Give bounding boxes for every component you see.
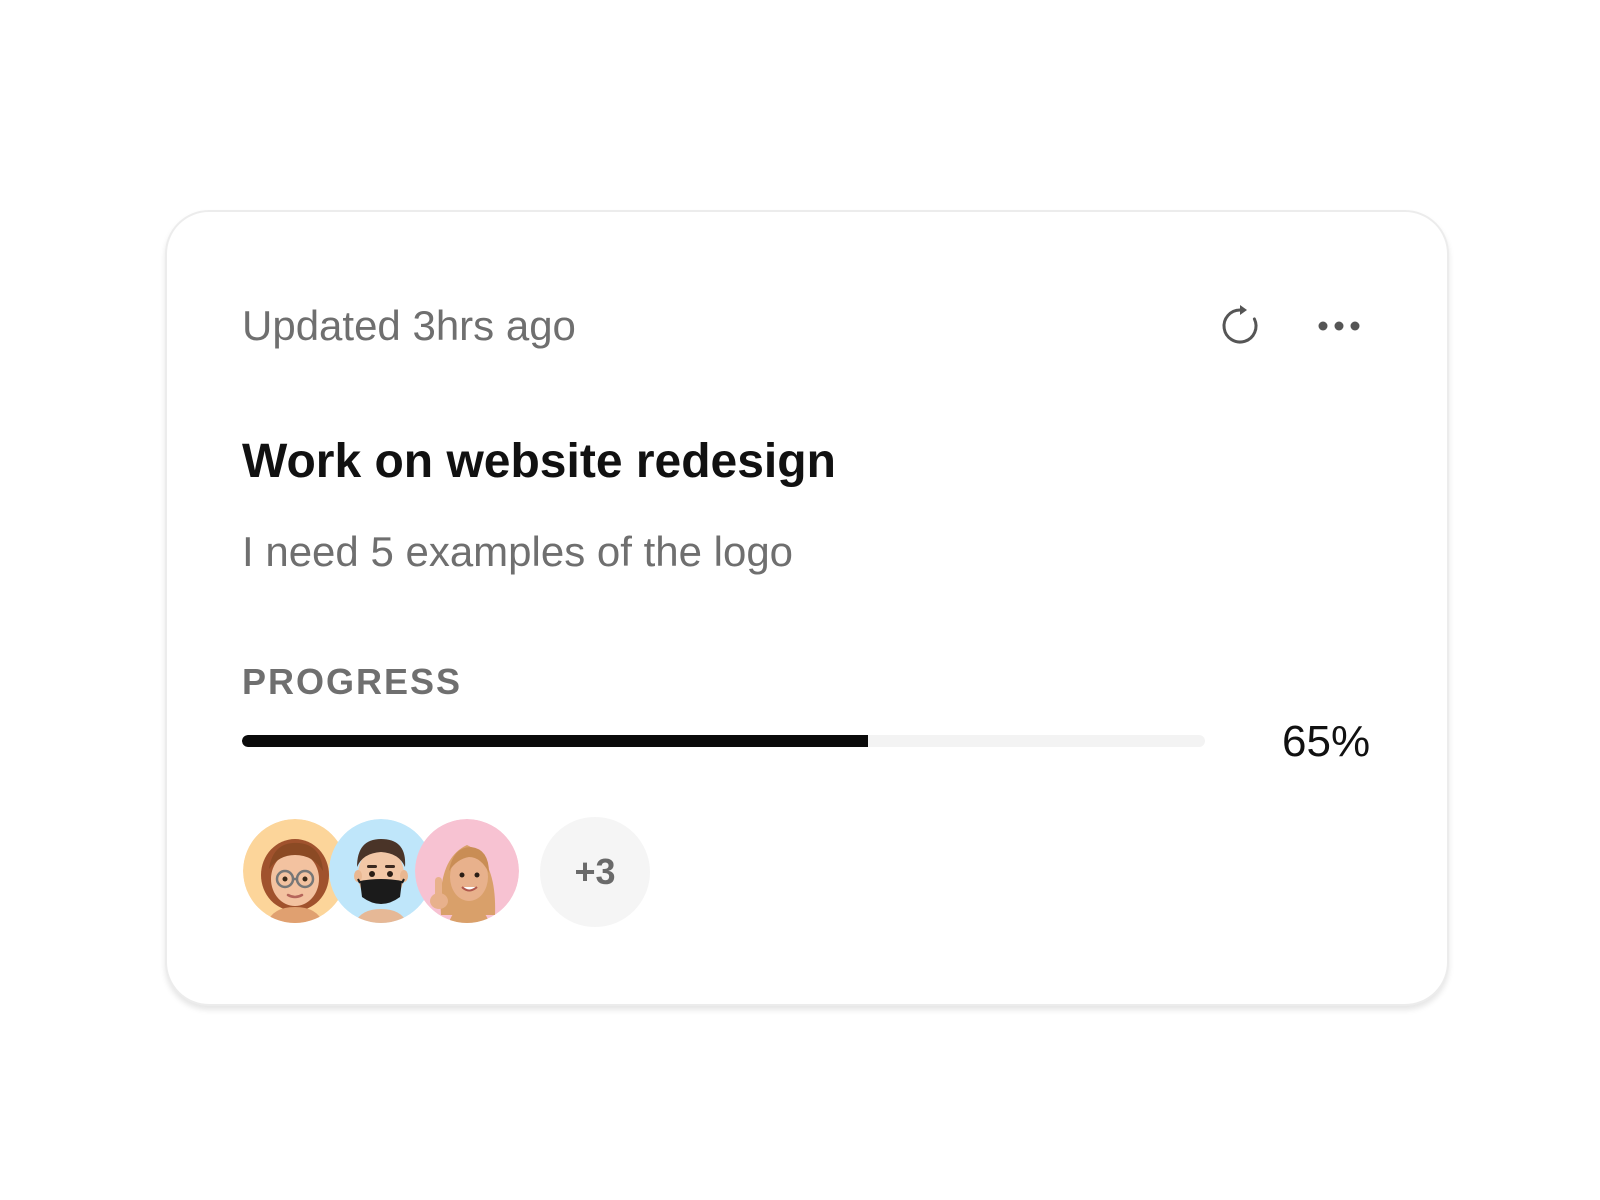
refresh-icon <box>1222 305 1258 344</box>
refresh-button[interactable] <box>1210 296 1270 356</box>
progress-bar <box>242 735 1205 747</box>
progress-bar-fill <box>242 735 868 747</box>
avatar-woman-blonde[interactable] <box>415 819 519 923</box>
more-options-button[interactable] <box>1309 296 1369 356</box>
member-avatars: +3 <box>243 817 663 929</box>
task-title: Work on website redesign <box>242 435 836 488</box>
progress-label: PROGRESS <box>242 661 463 702</box>
more-members-count[interactable]: +3 <box>540 817 650 927</box>
task-card: Updated 3hrs ago Work on website redesig… <box>165 210 1449 1006</box>
progress-percentage: 65% <box>1282 717 1371 766</box>
task-description: I need 5 examples of the logo <box>242 528 794 575</box>
more-horizontal-icon <box>1318 321 1360 331</box>
updated-timestamp: Updated 3hrs ago <box>242 302 576 349</box>
